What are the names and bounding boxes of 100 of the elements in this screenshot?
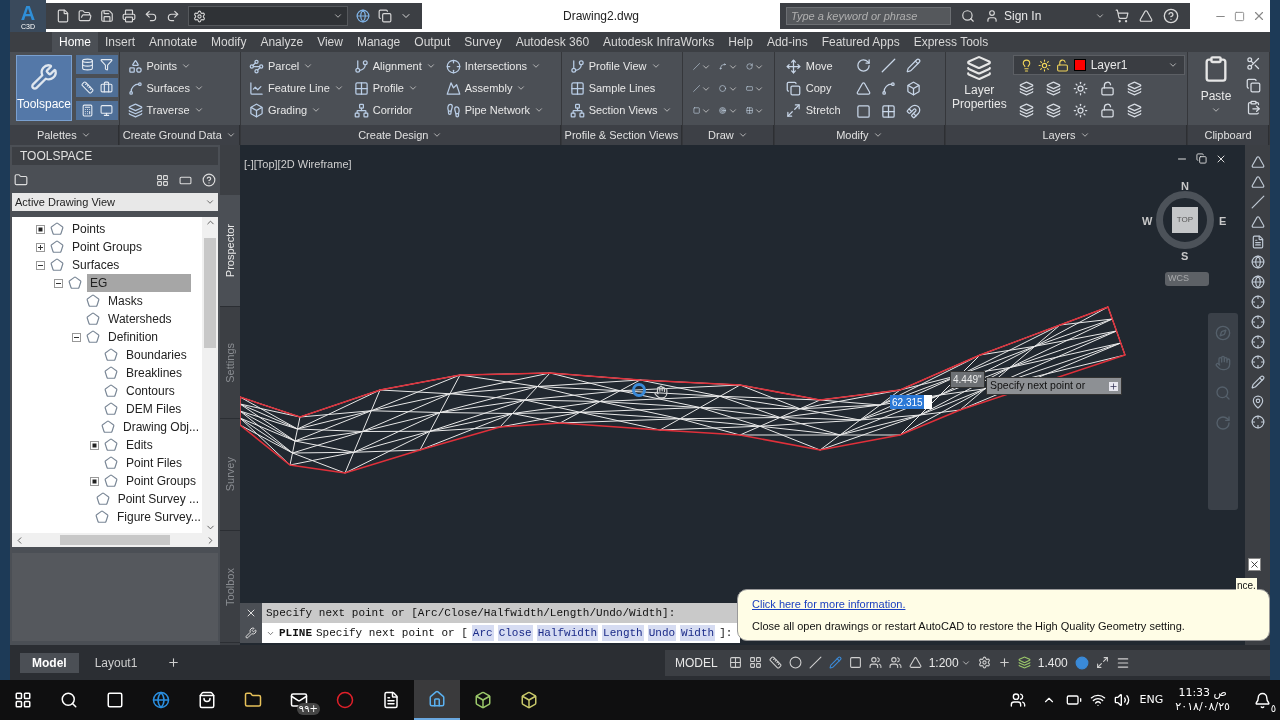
toolspace-title: TOOLSPACE [12,147,218,165]
notification-button[interactable]: ٥ [1244,680,1280,720]
tree-item[interactable]: Point Groups [69,238,146,256]
compass-south[interactable]: S [1181,248,1189,265]
stacked-notification-text: nce. [1236,578,1257,593]
command-option[interactable]: Halfwidth [536,624,599,642]
viewport-controls-label[interactable]: [-][Top][2D Wireframe] [244,158,352,170]
ribbon-tab[interactable]: Add-ins [759,32,815,52]
tree-item[interactable]: Contours [123,382,178,400]
panel-title[interactable]: Create Design [241,125,561,145]
compass-north[interactable]: N [1181,178,1189,195]
tree-item[interactable]: Watersheds [105,310,175,328]
ribbon-tab[interactable]: View [310,32,350,52]
taskbar-button[interactable]: ٩٩+ [276,680,322,720]
document-title: Drawing2.dwg [562,8,639,25]
sign-in-button[interactable]: Sign In [985,7,1085,25]
tree-item[interactable]: Point Files [123,454,186,472]
language-indicator[interactable]: ENG [1139,691,1164,709]
ribbon-button[interactable]: Profile View [567,55,674,77]
view-dropdown[interactable]: Active Drawing View [12,193,218,211]
command-option[interactable]: Width [680,624,716,642]
panel-title[interactable]: Modify [774,125,945,145]
clock-date: ٢٠١٨/٠٨/٢٥ [1175,700,1230,714]
ribbon-tab[interactable]: Autodesk 360 [508,32,597,52]
ribbon-tab[interactable]: Home [52,32,98,52]
ribbon-button[interactable]: Assembly [443,77,547,99]
ribbon-button[interactable]: Traverse [125,99,206,121]
command-option[interactable]: Undo [647,624,677,642]
layout-tab[interactable]: Model [20,652,79,673]
more-info-link[interactable]: Click here for more information. [752,595,1269,612]
panel-title[interactable]: Draw [683,125,774,145]
ribbon-button[interactable]: Corridor [351,99,438,121]
ribbon-tab[interactable]: Analyze [253,32,311,52]
command-history: Specify next point or [Arc/Close/Halfwidth/Length/Undo/Width]: [262,603,740,623]
layer-dropdown[interactable]: Layer1 [1012,55,1185,75]
notification-count: ٥ [1270,703,1276,714]
annotation-scale[interactable]: 1:200 [928,653,971,672]
command-name: PLINE [279,625,312,641]
tree-item[interactable]: Surfaces [69,256,123,274]
search-field[interactable]: Type a keyword or phrase [786,7,951,25]
side-tab[interactable]: Prospector [220,195,240,307]
ribbon-button[interactable]: Surfaces [125,77,206,99]
view-dropdown-text: Active Drawing View [15,194,117,210]
notification-message: Close all open drawings or restart AutoCAD to restore the High Quality Geometry setting. [752,619,1186,634]
ribbon-tab[interactable]: Autodesk InfraWorks [596,32,722,52]
panel-title[interactable]: Palettes [10,125,119,145]
ribbon-button[interactable]: Stretch [782,99,844,121]
panel-title[interactable]: Profile & Section Views [561,125,683,145]
model-space-button[interactable]: MODEL [671,653,722,672]
ribbon-tab[interactable]: Modify [204,32,254,52]
ribbon-tab[interactable]: Annotate [142,32,205,52]
tree-item[interactable]: Points [69,220,109,238]
ribbon-tab[interactable]: Express Tools [906,32,996,52]
viewcube-face[interactable]: TOP [1172,207,1198,233]
tree-item[interactable]: Figure Survey... [114,508,202,526]
panel-title[interactable]: Create Ground Data [119,125,240,145]
ribbon-tab[interactable]: Help [721,32,760,52]
tree-item[interactable]: EG [87,274,191,292]
compass-east[interactable]: E [1219,213,1227,230]
tree-item[interactable]: Breaklines [123,364,186,382]
ribbon-button[interactable]: Copy [782,77,844,99]
ribbon-tab[interactable]: Insert [98,32,143,52]
ribbon-button[interactable]: Alignment [351,55,438,77]
compass-west[interactable]: W [1142,213,1153,230]
ribbon-button[interactable]: Feature Line [247,77,346,99]
ribbon-button[interactable]: Parcel [247,55,346,77]
toolspace-button[interactable]: Toolspace [16,55,72,121]
command-option[interactable]: Close [497,624,533,642]
dynamic-input-field[interactable]: 62.315 [890,395,932,409]
command-prompt: Specify next point or [ [316,625,468,641]
ribbon-tab[interactable]: Survey [457,32,509,52]
tree-item[interactable]: Masks [105,292,146,310]
tree-item[interactable]: Edits [123,436,156,454]
paste-button[interactable]: Paste [1196,55,1236,115]
tree-item[interactable]: Point Survey ... [114,490,202,508]
ribbon-button[interactable]: Points [125,55,206,77]
tree-item[interactable]: Definition [105,328,162,346]
panel-title[interactable]: Layers [946,125,1187,145]
command-suffix: ]: [719,625,733,641]
command-option[interactable]: Arc [471,624,494,642]
command-option[interactable]: Length [602,624,644,642]
ribbon-tab[interactable]: Manage [349,32,408,52]
dimension-tooltip: 4.449" [950,371,985,388]
ribbon-button[interactable]: Sample Lines [567,77,674,99]
ribbon-button[interactable]: Move [782,55,844,77]
panel-title[interactable]: Clipboard [1188,125,1269,145]
layout-tab[interactable]: Layout1 [82,652,150,673]
ribbon-button[interactable]: Pipe Network [443,99,547,121]
tree-item[interactable]: DEM Files [123,400,185,418]
status-value[interactable]: 1.400 [1037,653,1068,672]
ribbon-button[interactable]: Section Views [567,99,674,121]
ribbon-button[interactable]: Grading [247,99,346,121]
tree-item[interactable]: Drawing Obj... [119,418,202,436]
tree-item[interactable]: Point Groups [123,472,200,490]
ribbon-tab[interactable]: Featured Apps [814,32,907,52]
layer-properties-button[interactable]: Layer Properties [952,55,1007,119]
ribbon-button[interactable]: Profile [351,77,438,99]
tree-item[interactable]: Boundaries [123,346,190,364]
ribbon-button[interactable]: Intersections [443,55,547,77]
ribbon-tab[interactable]: Output [407,32,458,52]
